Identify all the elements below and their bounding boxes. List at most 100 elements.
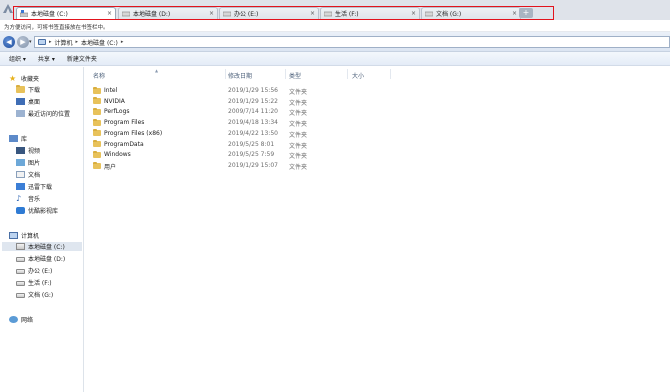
file-name-cell: PerfLogs (93, 107, 130, 115)
nav-label: 库 (21, 136, 28, 143)
nav-videos[interactable]: 视频 (16, 146, 40, 155)
breadcrumb-separator[interactable]: ▸ (121, 39, 124, 45)
desktop-icon (16, 98, 25, 105)
nav-documents[interactable]: 文档 (16, 170, 40, 179)
folder-icon (93, 140, 101, 147)
nav-label: 优酷影视库 (28, 208, 59, 215)
nav-pictures[interactable]: 图片 (16, 158, 40, 167)
nav-label: 音乐 (28, 196, 41, 203)
file-modified: 2019/1/29 15:22 (228, 97, 278, 105)
nav-thunder-downloads[interactable]: 迅雷下载 (16, 182, 52, 191)
tab-drive-e[interactable]: 办公 (E:) × (219, 7, 319, 19)
computer-icon (9, 232, 18, 239)
file-name: NVIDIA (104, 97, 125, 105)
file-modified: 2009/7/14 11:20 (228, 108, 278, 116)
nav-label: 桌面 (28, 99, 41, 106)
share-button[interactable]: 共享 ▾ (38, 54, 55, 63)
nav-drive-g[interactable]: 文档 (G:) (16, 290, 53, 299)
address-field[interactable]: ▸ 计算机 ▸ 本地磁盘 (C:) ▸ (34, 36, 670, 48)
drive-icon (222, 10, 232, 17)
nav-drive-d[interactable]: 本地磁盘 (D:) (16, 254, 65, 263)
tab-close-icon[interactable]: × (411, 10, 416, 17)
tab-drive-f[interactable]: 生活 (F:) × (320, 7, 420, 19)
address-bar: ◀ ▶ ▾ ▸ 计算机 ▸ 本地磁盘 (C:) ▸ (0, 32, 670, 52)
bookmark-hint: 为方便访问，可将书签直接放在书签栏中。 (4, 25, 109, 31)
breadcrumb-separator[interactable]: ▸ (49, 39, 52, 45)
sort-ascending-icon: ▲ (155, 68, 159, 73)
table-row[interactable]: ProgramData 2019/5/25 8:01 文件夹 (85, 140, 505, 150)
file-type: 文件夹 (289, 121, 308, 129)
nav-drive-e[interactable]: 办公 (E:) (16, 266, 52, 275)
tab-close-icon[interactable]: × (310, 10, 315, 17)
column-divider[interactable] (225, 69, 226, 79)
organize-button[interactable]: 组织 ▾ (9, 54, 26, 63)
column-divider[interactable] (390, 69, 391, 79)
folder-icon (93, 162, 101, 170)
new-folder-button[interactable]: 新建文件夹 (67, 54, 97, 63)
nav-drive-f[interactable]: 生活 (F:) (16, 278, 52, 287)
documents-library-icon (16, 171, 25, 178)
tab-close-icon[interactable]: × (107, 10, 112, 17)
drive-icon (424, 10, 434, 17)
recent-places-icon (16, 110, 25, 117)
folder-icon (93, 107, 101, 115)
thunder-download-icon (16, 183, 25, 190)
column-size[interactable]: 大小 (352, 71, 364, 80)
tab-label: 本地磁盘 (D:) (133, 11, 171, 18)
breadcrumb-drive-c[interactable]: 本地磁盘 (C:) (81, 38, 118, 47)
column-divider[interactable] (285, 69, 286, 79)
file-name: Program Files (104, 119, 145, 127)
network-icon (9, 316, 18, 323)
file-modified: 2019/1/29 15:56 (228, 87, 278, 94)
table-row[interactable]: PerfLogs 2009/7/14 11:20 文件夹 (85, 107, 505, 117)
forward-button[interactable]: ▶ (17, 36, 29, 48)
history-dropdown-icon[interactable]: ▾ (29, 39, 32, 45)
table-row[interactable]: Windows 2019/5/25 7:59 文件夹 (85, 150, 505, 160)
library-icon (9, 135, 18, 142)
tab-label: 本地磁盘 (C:) (31, 11, 68, 18)
table-row[interactable]: NVIDIA 2019/1/29 15:22 文件夹 (85, 97, 505, 107)
tab-bar: 本地磁盘 (C:) × 本地磁盘 (D:) × 办公 (E:) × 生活 (F:… (0, 0, 670, 20)
nav-computer[interactable]: 计算机 (9, 231, 39, 240)
nav-drive-c[interactable]: 本地磁盘 (C:) (2, 242, 82, 251)
browser-logo-icon (2, 3, 14, 15)
folder-icon (93, 129, 101, 137)
tab-close-icon[interactable]: × (512, 10, 517, 17)
nav-label: 计算机 (21, 233, 40, 240)
tab-drive-d[interactable]: 本地磁盘 (D:) × (118, 7, 218, 19)
file-name-cell: ProgramData (93, 140, 144, 148)
nav-library[interactable]: 库 (9, 134, 27, 143)
breadcrumb-separator[interactable]: ▸ (76, 39, 79, 45)
file-name-cell: Intel (93, 86, 117, 94)
nav-downloads[interactable]: 下载 (16, 85, 40, 94)
table-row[interactable]: Intel 2019/1/29 15:56 文件夹 (85, 86, 505, 96)
nav-label: 最近访问的位置 (28, 111, 71, 118)
table-row[interactable]: 用户 2019/1/29 15:07 文件夹 (85, 161, 505, 171)
new-tab-button[interactable]: + (519, 8, 533, 18)
back-button[interactable]: ◀ (3, 36, 15, 48)
nav-label: 收藏夹 (21, 76, 40, 83)
tab-close-icon[interactable]: × (209, 10, 214, 17)
nav-music[interactable]: ♪ 音乐 (16, 194, 41, 204)
column-modified[interactable]: 修改日期 (228, 71, 252, 80)
drive-icon (16, 293, 25, 298)
breadcrumb-computer[interactable]: 计算机 (55, 38, 73, 47)
nav-desktop[interactable]: 桌面 (16, 97, 40, 106)
column-name[interactable]: 名称 (93, 71, 105, 80)
column-divider[interactable] (347, 69, 348, 79)
folder-icon (93, 118, 101, 126)
tab-drive-c[interactable]: 本地磁盘 (C:) × (16, 7, 116, 19)
folder-icon (93, 97, 101, 105)
nav-network[interactable]: 网络 (9, 315, 33, 324)
pictures-library-icon (16, 159, 25, 166)
nav-favorites[interactable]: ★ 收藏夹 (9, 74, 40, 84)
table-row[interactable]: Program Files (x86) 2019/4/22 13:50 文件夹 (85, 129, 505, 139)
table-row[interactable]: Program Files 2019/4/18 13:34 文件夹 (85, 118, 505, 129)
column-type[interactable]: 类型 (289, 71, 301, 80)
nav-youku-library[interactable]: 优酷影视库 (16, 206, 58, 215)
nav-label: 办公 (E:) (28, 268, 53, 275)
folder-icon (93, 86, 101, 94)
video-library-icon (16, 147, 25, 154)
nav-recent-places[interactable]: 最近访问的位置 (16, 109, 70, 118)
tab-drive-g[interactable]: 文档 (G:) × (421, 7, 521, 19)
